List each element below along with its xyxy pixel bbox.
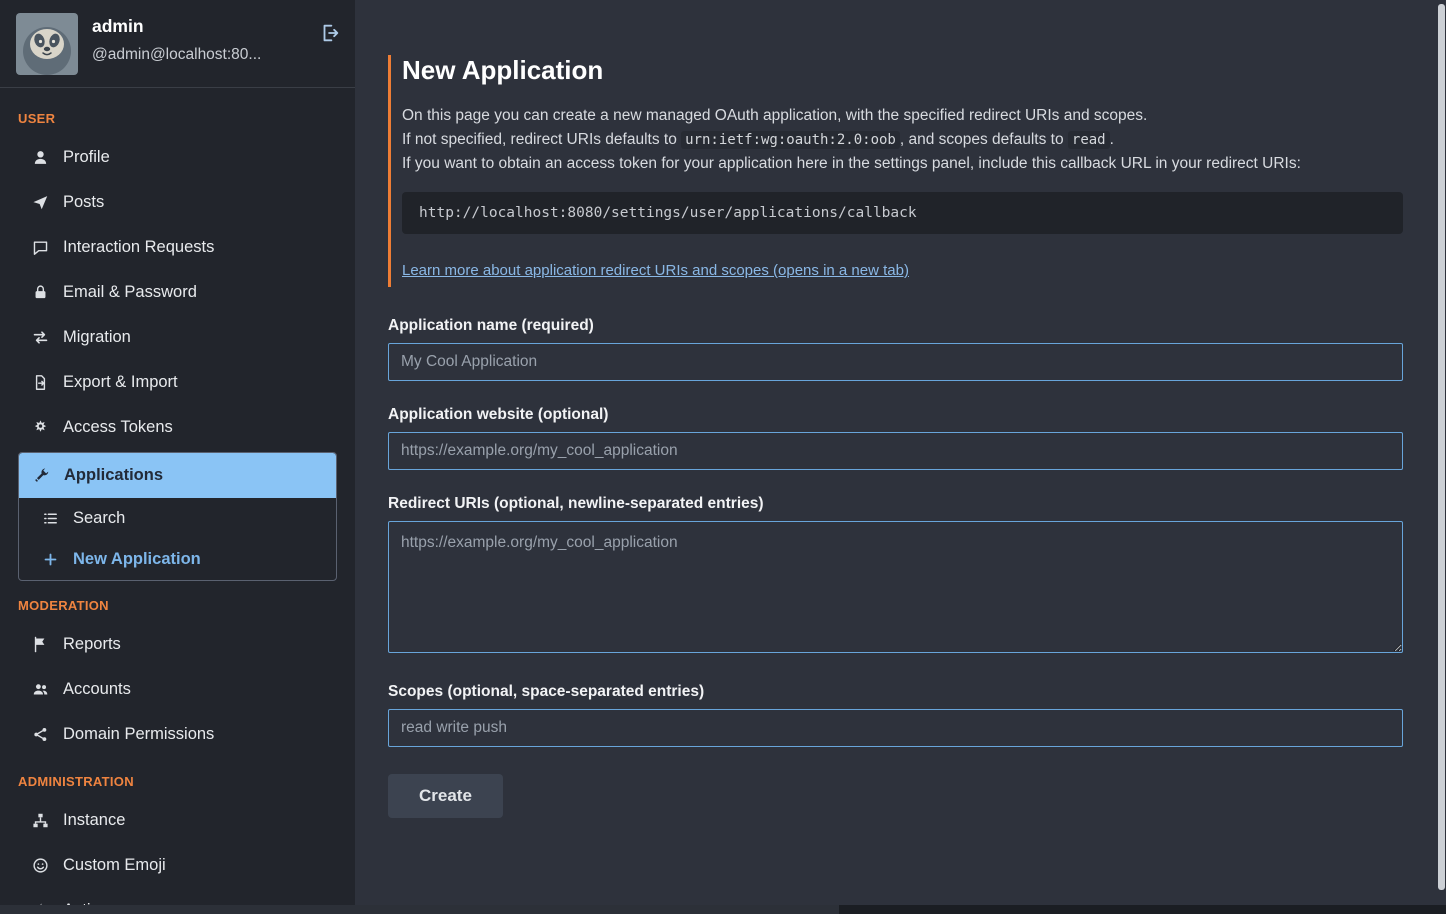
inline-code-read: read (1068, 131, 1110, 149)
sidebar-item-label: Migration (63, 327, 131, 348)
sidebar-item-export-import[interactable]: Export & Import (18, 360, 337, 405)
sidebar-item-label: Instance (63, 810, 125, 831)
user-card: admin @admin@localhost:80... (0, 0, 355, 88)
lock-icon (31, 283, 50, 302)
wrench-icon (32, 466, 51, 485)
sidebar-item-label: Custom Emoji (63, 855, 166, 876)
sidebar-item-label: Search (73, 508, 125, 529)
sidebar-item-posts[interactable]: Posts (18, 180, 337, 225)
share-nodes-icon (31, 725, 50, 744)
intro-line-2-mid: , and scopes defaults to (900, 131, 1068, 148)
logout-icon[interactable] (319, 22, 341, 75)
sidebar-item-search[interactable]: Search (19, 498, 336, 539)
application-website-label: Application website (optional) (388, 406, 1403, 424)
section-header-moderation: MODERATION (18, 598, 337, 613)
file-export-icon (31, 373, 50, 392)
sidebar-item-label: Reports (63, 634, 121, 655)
sidebar-item-profile[interactable]: Profile (18, 135, 337, 180)
sidebar-item-email-password[interactable]: Email & Password (18, 270, 337, 315)
sidebar-item-label: Email & Password (63, 282, 197, 303)
intro-line-2-post: . (1110, 131, 1114, 148)
new-application-info-block: New Application On this page you can cre… (388, 55, 1403, 287)
redirect-uris-group: Redirect URIs (optional, newline-separat… (388, 495, 1403, 658)
redirect-uris-textarea[interactable] (388, 521, 1403, 653)
sidebar-item-label: Domain Permissions (63, 724, 214, 745)
sidebar-item-label: Export & Import (63, 372, 178, 393)
users-icon (31, 680, 50, 699)
applications-group: Applications Search New Application (18, 452, 337, 581)
speech-bubble-icon (31, 238, 50, 257)
sidebar-item-label: Applications (64, 465, 163, 486)
new-application-form: Application name (required) Application … (388, 317, 1403, 818)
applications-submenu: Search New Application (19, 498, 336, 580)
sidebar-item-applications[interactable]: Applications (19, 453, 336, 498)
section-header-administration: ADMINISTRATION (18, 774, 337, 789)
sidebar-item-label: New Application (73, 549, 201, 570)
sidebar-item-interaction-requests[interactable]: Interaction Requests (18, 225, 337, 270)
page-title: New Application (402, 55, 1403, 86)
sidebar-nav: USER Profile Posts Interaction Requests … (0, 88, 355, 914)
paper-plane-icon (31, 193, 50, 212)
flag-icon (31, 635, 50, 654)
intro-line-3: If you want to obtain an access token fo… (402, 152, 1403, 176)
sidebar-item-access-tokens[interactable]: Access Tokens (18, 405, 337, 450)
learn-more-link[interactable]: Learn more about application redirect UR… (402, 262, 909, 279)
redirect-uris-label: Redirect URIs (optional, newline-separat… (388, 495, 1403, 513)
sidebar-item-domain-permissions[interactable]: Domain Permissions (18, 712, 337, 757)
settings-sidebar: admin @admin@localhost:80... USER Profil… (0, 0, 355, 914)
intro-line-1: On this page you can create a new manage… (402, 104, 1403, 128)
scopes-label: Scopes (optional, space-separated entrie… (388, 683, 1403, 701)
sidebar-item-accounts[interactable]: Accounts (18, 667, 337, 712)
person-icon (31, 148, 50, 167)
intro-line-2: If not specified, redirect URIs defaults… (402, 128, 1403, 152)
user-handle: @admin@localhost:80... (92, 46, 305, 64)
intro-line-2-pre: If not specified, redirect URIs defaults… (402, 131, 681, 148)
horizontal-scrollbar[interactable] (0, 905, 1446, 914)
application-name-group: Application name (required) (388, 317, 1403, 381)
sidebar-item-label: Profile (63, 147, 110, 168)
avatar (16, 13, 78, 75)
application-name-input[interactable] (388, 343, 1403, 381)
sidebar-item-custom-emoji[interactable]: Custom Emoji (18, 843, 337, 888)
sidebar-item-label: Access Tokens (63, 417, 173, 438)
sidebar-item-migration[interactable]: Migration (18, 315, 337, 360)
sitemap-icon (31, 811, 50, 830)
scopes-input[interactable] (388, 709, 1403, 747)
callback-url-box: http://localhost:8080/settings/user/appl… (402, 192, 1403, 234)
sidebar-item-label: Posts (63, 192, 104, 213)
sidebar-item-label: Interaction Requests (63, 237, 214, 258)
inline-code-oob: urn:ietf:wg:oauth:2.0:oob (681, 131, 900, 149)
section-header-user: USER (18, 111, 337, 126)
application-website-group: Application website (optional) (388, 406, 1403, 470)
certificate-icon (31, 418, 50, 437)
application-name-label: Application name (required) (388, 317, 1403, 335)
plus-icon (41, 550, 60, 569)
smiley-icon (31, 856, 50, 875)
application-website-input[interactable] (388, 432, 1403, 470)
create-button[interactable]: Create (388, 774, 503, 818)
sidebar-item-label: Accounts (63, 679, 131, 700)
transfer-arrows-icon (31, 328, 50, 347)
vertical-scrollbar[interactable] (1438, 4, 1445, 890)
sidebar-item-instance[interactable]: Instance (18, 798, 337, 843)
sidebar-item-reports[interactable]: Reports (18, 622, 337, 667)
scopes-group: Scopes (optional, space-separated entrie… (388, 683, 1403, 747)
main-content: New Application On this page you can cre… (355, 0, 1446, 914)
user-name: admin (92, 16, 305, 37)
user-info: admin @admin@localhost:80... (92, 13, 305, 75)
list-icon (41, 509, 60, 528)
horizontal-scrollbar-thumb[interactable] (0, 905, 839, 914)
sidebar-item-new-application[interactable]: New Application (19, 539, 336, 580)
